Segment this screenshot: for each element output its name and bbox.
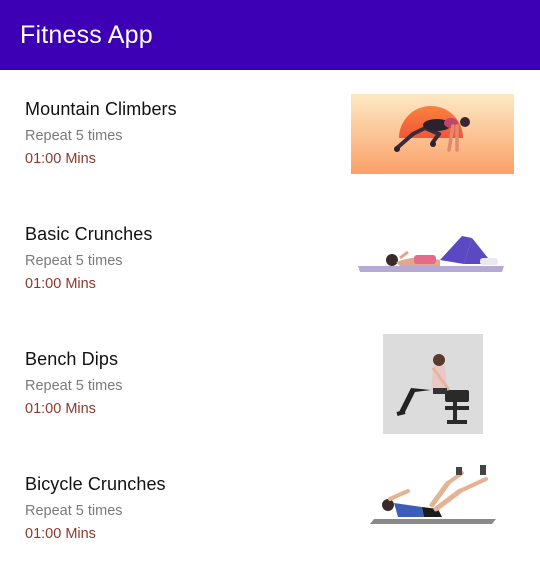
app-bar: Fitness App (0, 0, 540, 70)
exercise-repeat: Repeat 5 times (25, 378, 123, 394)
exercise-item-mountain-climbers[interactable]: Mountain Climbers Repeat 5 times 01:00 M… (0, 70, 540, 195)
exercise-duration: 01:00 Mins (25, 151, 96, 167)
app-title: Fitness App (20, 20, 153, 49)
fitness-app: Fitness App Mountain Climbers Repeat 5 t… (0, 0, 540, 561)
exercise-list: Mountain Climbers Repeat 5 times 01:00 M… (0, 70, 540, 561)
exercise-item-basic-crunches[interactable]: Basic Crunches Repeat 5 times 01:00 Mins (0, 195, 540, 320)
exercise-repeat: Repeat 5 times (25, 253, 123, 269)
exercise-item-bicycle-crunches[interactable]: Bicycle Crunches Repeat 5 times 01:00 Mi… (0, 445, 540, 561)
bench-dips-image (383, 334, 483, 434)
exercise-item-bench-dips[interactable]: Bench Dips Repeat 5 times 01:00 Mins (0, 320, 540, 445)
basic-crunches-image (356, 228, 506, 278)
exercise-title: Bicycle Crunches (25, 474, 166, 494)
bicycle-crunches-image (368, 455, 498, 527)
exercise-repeat: Repeat 5 times (25, 128, 123, 144)
mountain-climbers-image (351, 94, 514, 174)
exercise-duration: 01:00 Mins (25, 401, 96, 417)
exercise-title: Mountain Climbers (25, 99, 177, 119)
exercise-title: Basic Crunches (25, 224, 153, 244)
exercise-duration: 01:00 Mins (25, 276, 96, 292)
exercise-repeat: Repeat 5 times (25, 503, 123, 519)
exercise-title: Bench Dips (25, 349, 119, 369)
exercise-duration: 01:00 Mins (25, 526, 96, 542)
